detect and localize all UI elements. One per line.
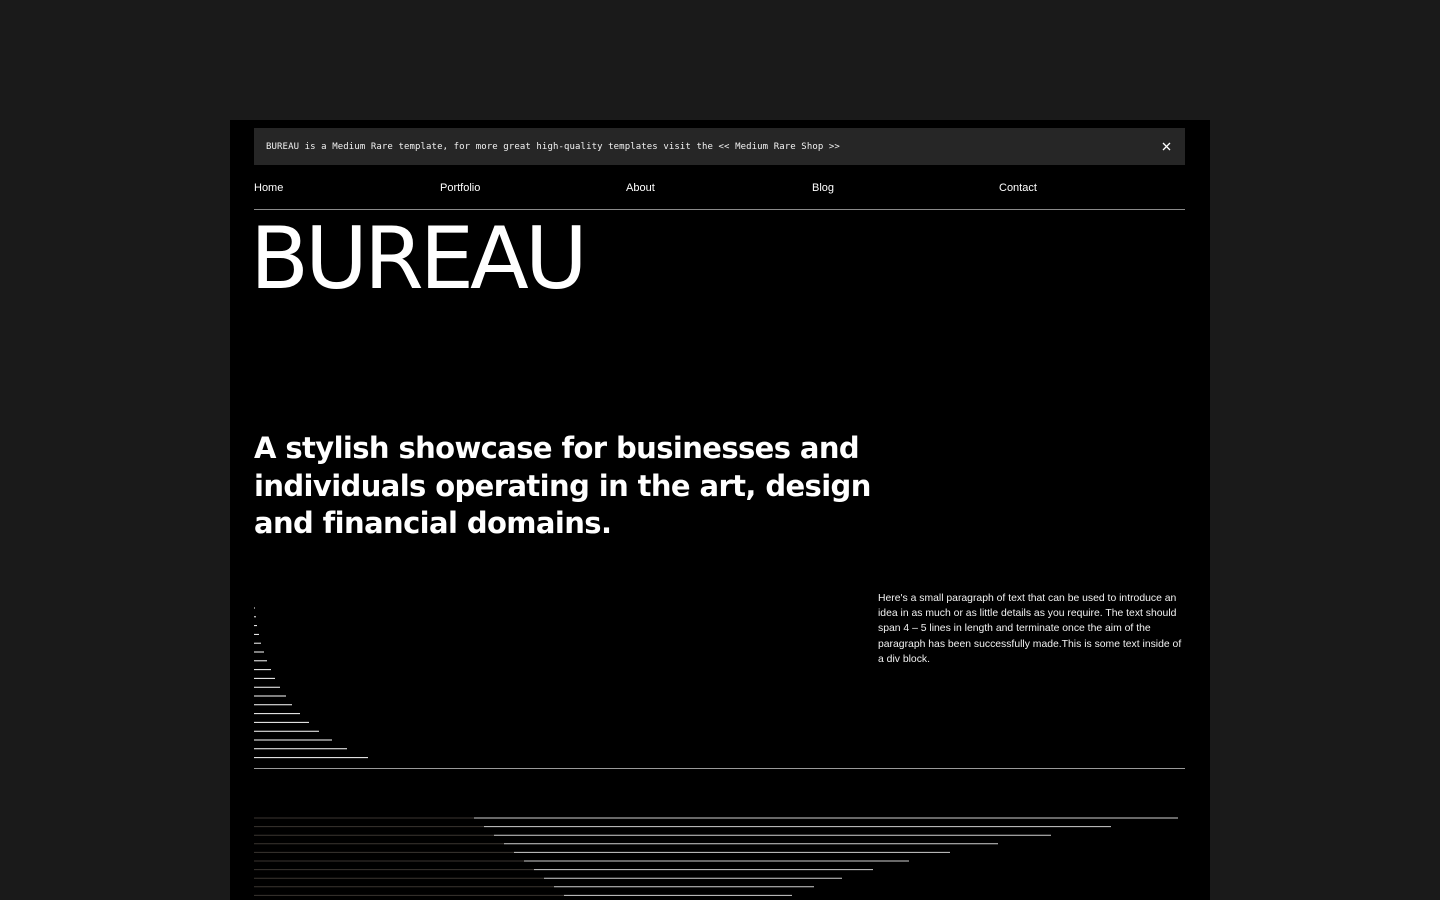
hero-headline: A stylish showcase for businesses and in…	[254, 431, 871, 540]
site-logo[interactable]: BUREAU	[250, 216, 588, 302]
promo-banner-message: BUREAU is a Medium Rare template, for mo…	[266, 141, 713, 152]
promo-banner: BUREAU is a Medium Rare template, for mo…	[254, 128, 1185, 165]
browser-viewport: BUREAU is a Medium Rare template, for mo…	[230, 120, 1210, 900]
section-divider	[254, 768, 1185, 769]
decorative-stripe-lines	[254, 817, 1178, 896]
close-icon[interactable]	[1159, 140, 1173, 154]
medium-rare-shop-link[interactable]: << Medium Rare Shop >>	[719, 142, 840, 152]
nav-blog[interactable]: Blog	[812, 182, 834, 194]
decorative-stair-lines	[254, 607, 368, 759]
nav-portfolio[interactable]: Portfolio	[440, 182, 480, 194]
intro-paragraph: Here's a small paragraph of text that ca…	[878, 593, 1182, 665]
nav-contact[interactable]: Contact	[999, 182, 1037, 194]
main-navigation: Home Portfolio About Blog Contact	[254, 178, 1185, 210]
promo-banner-text: BUREAU is a Medium Rare template, for mo…	[266, 142, 1159, 152]
nav-home[interactable]: Home	[254, 182, 283, 194]
nav-about[interactable]: About	[626, 182, 655, 194]
